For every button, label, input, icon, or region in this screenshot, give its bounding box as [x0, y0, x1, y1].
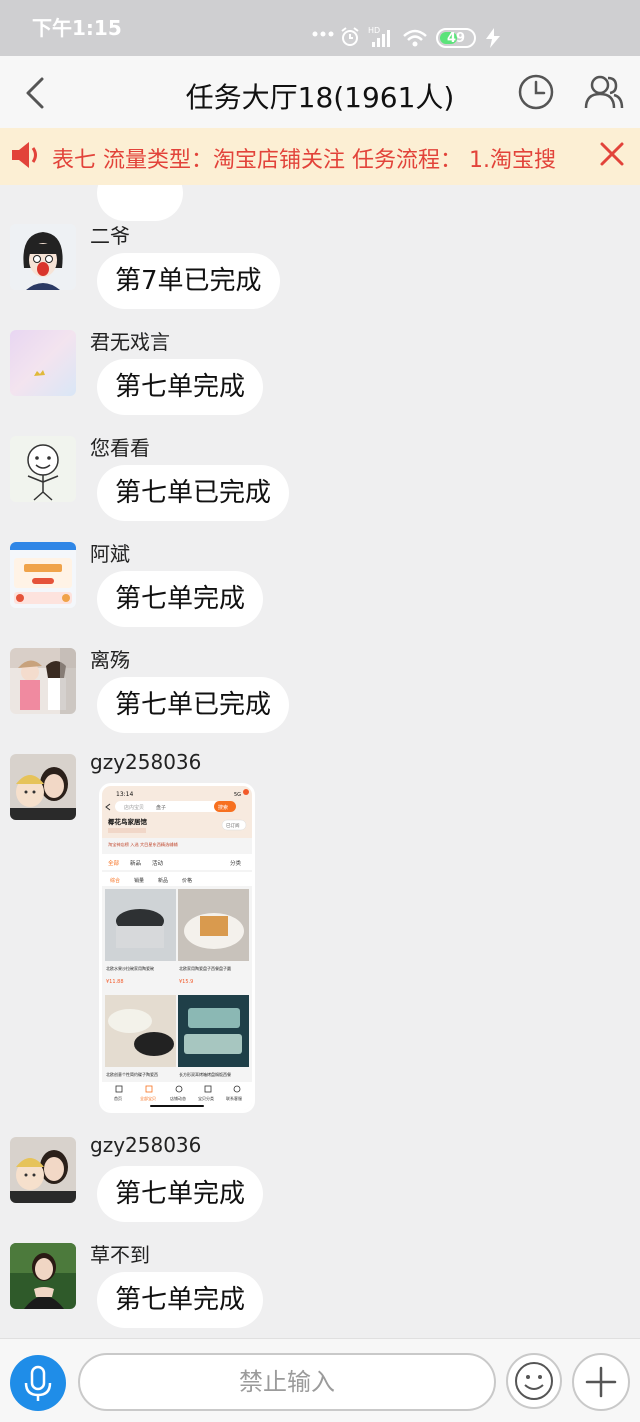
svg-text:HD: HD — [368, 26, 380, 35]
shot-sort: 价格 — [182, 877, 192, 884]
shot-tab: 全部 — [108, 859, 120, 867]
close-icon[interactable] — [598, 140, 626, 168]
avatar[interactable] — [10, 436, 76, 502]
chat-message-list[interactable]: 二爷 第7单已完成 君无戏言 第七单完成 您看看 第七单已完成 阿斌 第七单完成… — [0, 185, 640, 1338]
sender-name: 离殇 — [90, 648, 130, 672]
microphone-icon — [24, 1365, 52, 1401]
sender-name: 草不到 — [90, 1243, 150, 1267]
shot-search-placeholder: 店内宝贝 — [124, 804, 144, 811]
avatar[interactable] — [10, 1137, 76, 1203]
alarm-icon — [341, 27, 359, 46]
message-bubble[interactable]: 第七单完成 — [97, 1166, 264, 1222]
more-actions-button[interactable] — [572, 1353, 630, 1411]
wifi-icon — [403, 29, 427, 47]
sender-name: gzy258036 — [90, 1133, 202, 1157]
smiley-icon — [515, 1362, 553, 1400]
shot-nav: 宝贝分类 — [198, 1095, 214, 1101]
message-bubble-partial — [97, 185, 183, 221]
message-bubble[interactable]: 第七单完成 — [97, 359, 264, 415]
sender-name: 阿斌 — [90, 542, 130, 566]
voice-button[interactable] — [10, 1355, 66, 1411]
shot-sort: 销量 — [134, 877, 144, 884]
input-bar: 禁止输入 — [0, 1338, 640, 1422]
avatar[interactable] — [10, 224, 76, 290]
charging-icon — [486, 28, 500, 48]
emoji-button[interactable] — [506, 1353, 562, 1409]
announcement-bar[interactable]: 表七 流量类型：淘宝店铺关注 任务流程： 1.淘宝搜 — [0, 128, 640, 185]
shot-category: 分类 — [230, 859, 242, 867]
avatar[interactable] — [10, 1243, 76, 1309]
sender-name: gzy258036 — [90, 750, 202, 774]
chat-header: 任务大厅18(1961人) — [0, 56, 640, 128]
message-bubble[interactable]: 第七单已完成 — [97, 677, 290, 733]
shot-product-name: 北欧水果沙拉碗家用陶瓷碗 — [106, 965, 154, 971]
plus-icon — [585, 1366, 617, 1398]
avatar[interactable] — [10, 330, 76, 396]
shot-follow-button: 已订阅 — [226, 822, 240, 829]
message-bubble[interactable]: 第七单完成 — [97, 571, 264, 627]
message-bubble[interactable]: 第7单已完成 — [97, 253, 280, 309]
shot-sort: 综合 — [110, 877, 120, 884]
more-dots-icon — [312, 31, 334, 37]
shared-screenshot-image[interactable]: 13:14 5G 店内宝贝 盘子 搜索 椰花鸟家居馆 已订阅 淘宝神店榜 入选 … — [99, 783, 255, 1113]
sender-name: 您看看 — [90, 436, 150, 460]
shot-member-line: 淘宝神店榜 入选 大目星东西精选辅辅 — [108, 841, 178, 848]
group-members-icon[interactable] — [584, 74, 624, 110]
shot-search-term: 盘子 — [156, 804, 166, 811]
sender-name: 君无戏言 — [90, 330, 170, 354]
speaker-icon — [12, 142, 37, 168]
avatar[interactable] — [10, 754, 76, 820]
shot-nav: 联系客服 — [226, 1095, 242, 1101]
shot-product-name: 北欧家用陶瓷盘子西餐盘子圆 — [179, 965, 231, 971]
message-input[interactable]: 禁止输入 — [78, 1353, 496, 1411]
shot-shop-name: 椰花鸟家居馆 — [108, 817, 148, 826]
shot-product-price: ¥11.88 — [106, 979, 124, 985]
history-clock-icon[interactable] — [518, 74, 554, 110]
shot-product-name: 长方形双耳烤箱烤盘焗饭西餐 — [179, 1071, 231, 1077]
shot-sort: 新品 — [158, 877, 168, 884]
shot-status-time: 13:14 — [116, 791, 133, 798]
shot-nav: 首页 — [114, 1095, 122, 1101]
avatar[interactable] — [10, 648, 76, 714]
shot-status-signal: 5G — [234, 792, 241, 798]
message-bubble[interactable]: 第七单完成 — [97, 1272, 264, 1328]
sender-name: 二爷 — [90, 224, 130, 248]
announcement-text: 表七 流量类型：淘宝店铺关注 任务流程： 1.淘宝搜 — [52, 148, 556, 173]
status-time: 下午1:15 — [32, 16, 122, 40]
shot-nav: 全部宝贝 — [140, 1095, 156, 1101]
shot-product-name: 北欧创意个性简约碟子陶瓷西 — [106, 1071, 158, 1077]
message-bubble[interactable]: 第七单已完成 — [97, 465, 290, 521]
status-bar: 下午1:15 HD 49 — [0, 0, 640, 56]
signal-icon: HD — [368, 26, 390, 47]
avatar[interactable] — [10, 542, 76, 608]
shot-product-price: ¥15.9 — [179, 979, 193, 985]
shot-nav: 店铺动态 — [170, 1095, 186, 1101]
battery-icon: 49 — [436, 28, 476, 48]
shot-search-button: 搜索 — [218, 804, 228, 811]
shot-tab: 新品 — [130, 859, 142, 867]
shot-tab: 活动 — [152, 859, 164, 867]
